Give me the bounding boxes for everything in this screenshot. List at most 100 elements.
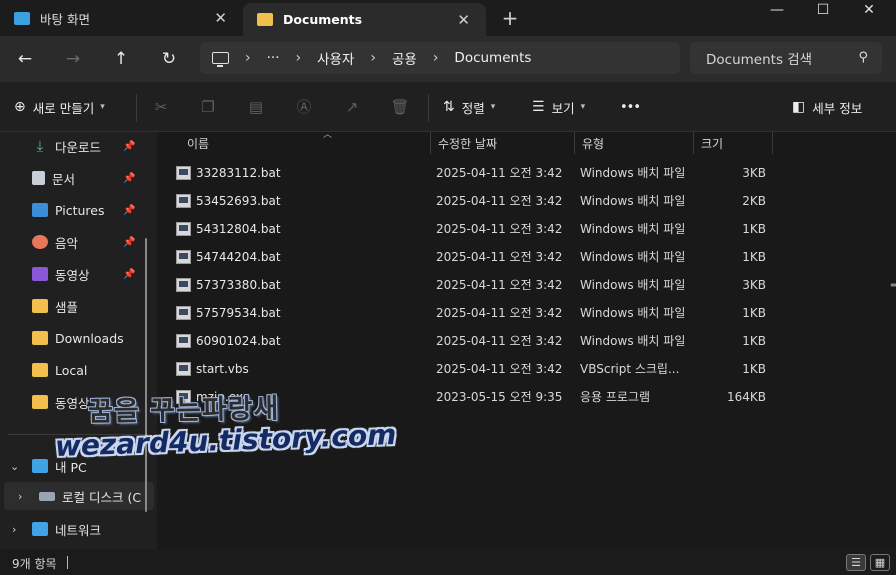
forward-arrow-icon[interactable]: →: [58, 44, 88, 74]
table-row[interactable]: 54312804.bat 2025-04-11 오전 3:42 Windows …: [157, 215, 896, 243]
file-size: 1KB: [742, 222, 766, 236]
sidebar-item-videos[interactable]: 동영상 📌: [0, 260, 150, 288]
desktop-folder-icon: [14, 11, 30, 25]
table-row[interactable]: 33283112.bat 2025-04-11 오전 3:42 Windows …: [157, 159, 896, 187]
chevron-down-icon: ▾: [490, 102, 496, 112]
table-row[interactable]: 54744204.bat 2025-04-11 오전 3:42 Windows …: [157, 243, 896, 271]
pin-icon[interactable]: 📌: [123, 141, 135, 152]
navigation-scrollbar[interactable]: [145, 238, 147, 512]
column-header-date[interactable]: 수정한 날짜: [431, 132, 575, 154]
file-size: 2KB: [742, 194, 766, 208]
this-pc-icon: [212, 52, 229, 67]
close-window-button[interactable]: ✕: [846, 0, 892, 24]
minimize-button[interactable]: —: [754, 0, 800, 24]
copy-icon[interactable]: ❐: [197, 96, 219, 118]
file-type: Windows 배치 파일: [580, 250, 686, 264]
sidebar-item-label: Downloads: [55, 330, 124, 346]
address-bar[interactable]: › ··· › 사용자 › 공용 › Documents: [200, 42, 680, 74]
chevron-down-icon[interactable]: ⌄: [10, 460, 19, 473]
sidebar-item-downloads[interactable]: ⤓ 다운로드 📌: [0, 132, 150, 160]
tiles-view-icon[interactable]: ▦: [870, 554, 890, 571]
sidebar-item-label: 동영상: [55, 395, 90, 411]
download-icon: ⤓: [36, 137, 44, 155]
file-type: Windows 배치 파일: [580, 222, 686, 236]
address-row: ← → ↑ ↻ › ··· › 사용자 › 공용 › Documents Doc…: [0, 36, 896, 82]
refresh-icon[interactable]: ↻: [154, 44, 184, 74]
tab-close-icon[interactable]: ✕: [214, 9, 227, 27]
pin-icon[interactable]: 📌: [123, 173, 135, 184]
column-header-name[interactable]: 이름 ︿: [180, 130, 431, 154]
column-header-label: 크기: [701, 136, 724, 151]
file-size: 164KB: [726, 390, 766, 404]
table-row[interactable]: 57579534.bat 2025-04-11 오전 3:42 Windows …: [157, 299, 896, 327]
paste-icon[interactable]: ▤: [245, 96, 267, 118]
view-button[interactable]: ☰ 보기 ▾: [532, 95, 585, 119]
share-icon[interactable]: ↗: [341, 96, 363, 118]
new-tab-button[interactable]: +: [500, 6, 520, 30]
tab-documents[interactable]: Documents ✕: [243, 3, 486, 36]
breadcrumb-chevron-icon[interactable]: ›: [245, 50, 251, 66]
sidebar-item-downloads-folder[interactable]: Downloads: [0, 324, 150, 352]
sidebar-item-local[interactable]: Local: [0, 356, 150, 384]
up-arrow-icon[interactable]: ↑: [106, 44, 136, 74]
details-view-icon[interactable]: ☰: [846, 554, 866, 571]
sidebar-item-local-disk[interactable]: › 로컬 디스크 (C: [4, 482, 154, 510]
search-icon[interactable]: ⚲: [858, 50, 868, 65]
sidebar-item-documents[interactable]: 문서 📌: [0, 164, 150, 192]
breadcrumb-chevron-icon[interactable]: ›: [295, 50, 301, 66]
file-type: Windows 배치 파일: [580, 278, 686, 292]
column-header-size[interactable]: 크기: [694, 132, 773, 154]
pin-icon[interactable]: 📌: [123, 205, 135, 216]
cut-icon[interactable]: ✂: [150, 96, 172, 118]
table-row[interactable]: 53452693.bat 2025-04-11 오전 3:42 Windows …: [157, 187, 896, 215]
breadcrumb-documents[interactable]: Documents: [454, 50, 531, 66]
chevron-right-icon[interactable]: ›: [18, 490, 22, 503]
tab-desktop[interactable]: 바탕 화면 ✕: [0, 0, 243, 36]
folder-icon: [32, 331, 48, 345]
title-bar: 바탕 화면 ✕ Documents ✕ + — ☐ ✕: [0, 0, 896, 36]
file-type: Windows 배치 파일: [580, 334, 686, 348]
sidebar-item-label: 샘플: [55, 299, 79, 315]
back-arrow-icon[interactable]: ←: [10, 44, 40, 74]
table-row[interactable]: 60901024.bat 2025-04-11 오전 3:42 Windows …: [157, 327, 896, 355]
table-row[interactable]: 57373380.bat 2025-04-11 오전 3:42 Windows …: [157, 271, 896, 299]
breadcrumb-public[interactable]: 공용: [392, 48, 417, 68]
file-date: 2025-04-11 오전 3:42: [436, 306, 563, 320]
batch-file-icon: [176, 166, 191, 180]
search-input[interactable]: Documents 검색 ⚲: [690, 42, 882, 74]
more-options-button[interactable]: •••: [620, 95, 641, 119]
sidebar-item-label: 동영상: [55, 267, 90, 283]
divider: [428, 94, 429, 122]
rename-icon[interactable]: Ⓐ: [293, 96, 315, 118]
file-name: 54312804.bat: [196, 222, 281, 236]
column-header-type[interactable]: 유형: [575, 132, 694, 154]
details-pane-button[interactable]: ◧ 세부 정보: [792, 95, 862, 119]
item-count: 9개 항목: [12, 557, 57, 571]
sidebar-item-music[interactable]: 음악 📌: [0, 228, 150, 256]
breadcrumb-chevron-icon[interactable]: ›: [370, 50, 376, 66]
sidebar-item-label: 네트워크: [55, 522, 102, 538]
pin-icon[interactable]: 📌: [123, 237, 135, 248]
sidebar-item-samples[interactable]: 샘플: [0, 292, 150, 320]
pin-icon[interactable]: 📌: [123, 269, 135, 280]
table-row[interactable]: start.vbs 2025-04-11 오전 3:42 VBScript 스크…: [157, 355, 896, 383]
file-type: VBScript 스크립...: [580, 362, 680, 376]
file-name: 57373380.bat: [196, 278, 281, 292]
divider: [67, 556, 68, 569]
status-bar: 9개 항목 ☰ ▦: [0, 550, 896, 575]
delete-icon[interactable]: 🗑: [389, 96, 411, 118]
sidebar-item-network[interactable]: › 네트워크: [0, 515, 150, 543]
column-header-label: 수정한 날짜: [438, 136, 498, 151]
maximize-button[interactable]: ☐: [800, 0, 846, 24]
tab-close-icon[interactable]: ✕: [457, 11, 470, 29]
chevron-right-icon[interactable]: ›: [12, 523, 16, 536]
new-button[interactable]: ⊕ 새로 만들기 ▾: [14, 95, 105, 119]
sidebar-item-pictures[interactable]: Pictures 📌: [0, 196, 150, 224]
batch-file-icon: [176, 222, 191, 236]
file-name: 33283112.bat: [196, 166, 281, 180]
pictures-icon: [32, 203, 48, 217]
breadcrumb-users[interactable]: 사용자: [317, 48, 354, 68]
breadcrumb-chevron-icon[interactable]: ›: [433, 50, 439, 66]
breadcrumb-overflow[interactable]: ···: [267, 50, 280, 66]
sort-button[interactable]: ⇅ 정렬 ▾: [443, 95, 495, 119]
